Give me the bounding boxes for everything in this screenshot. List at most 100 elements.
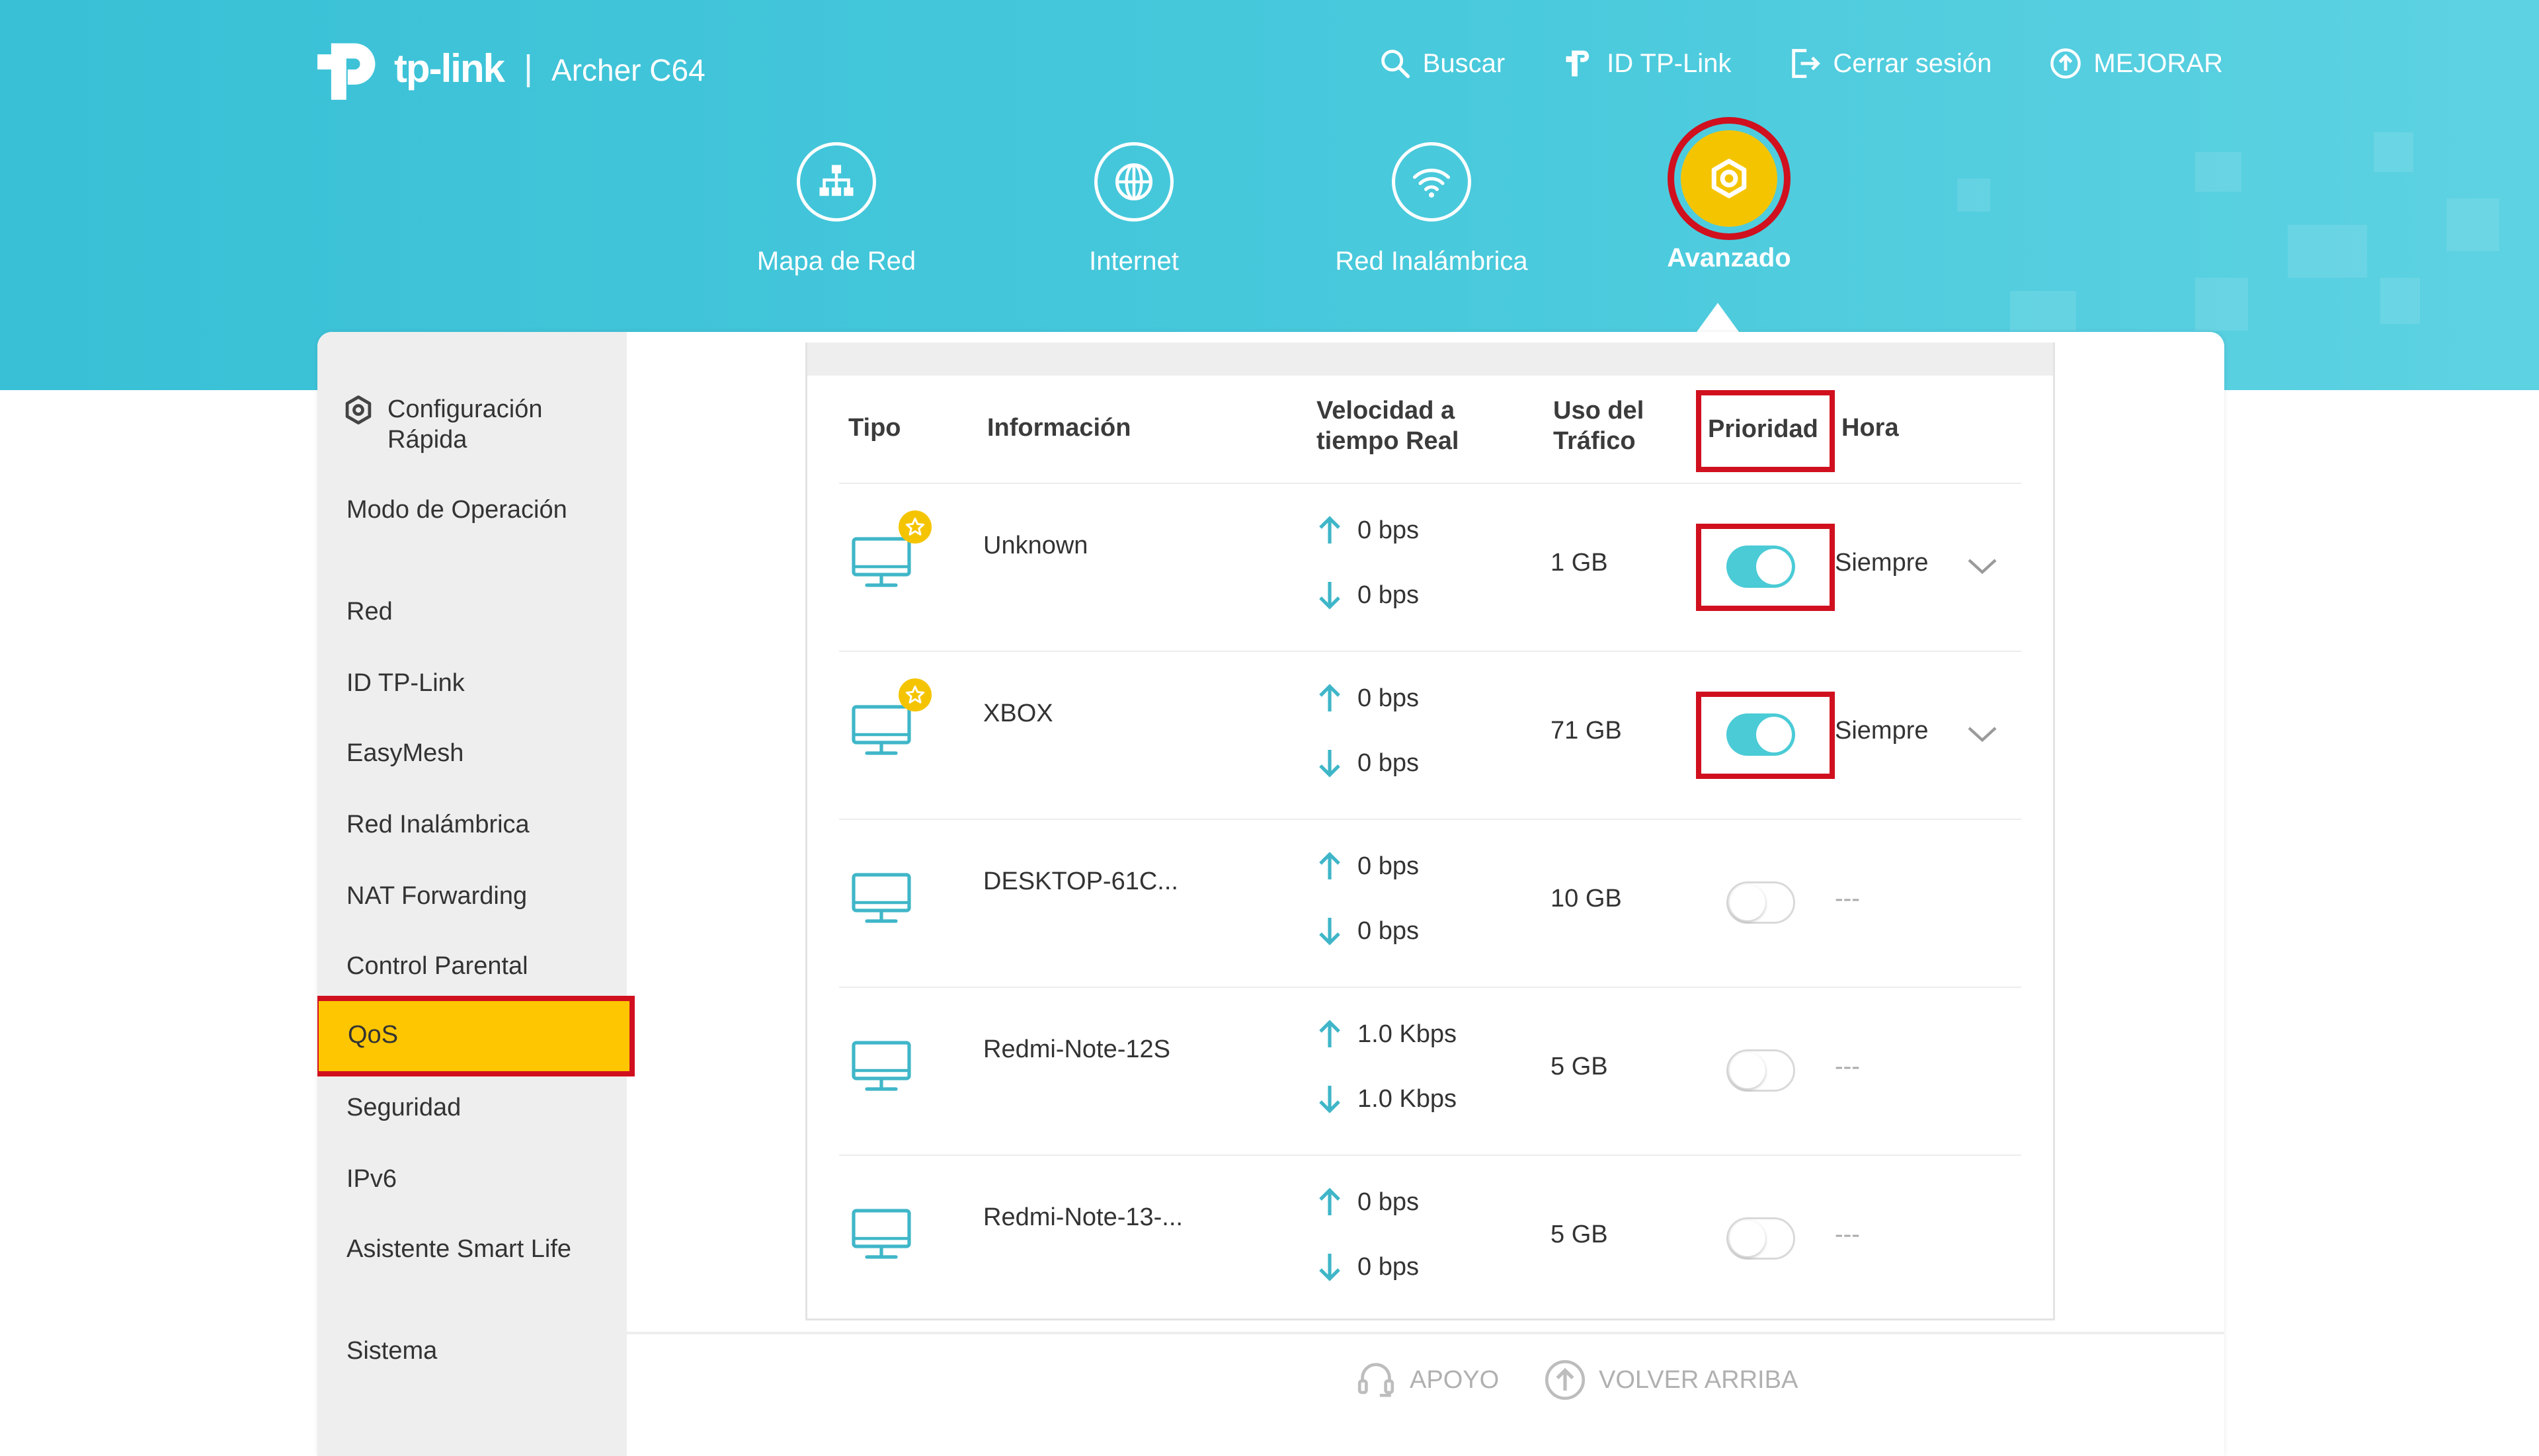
sidebar-item-label: EasyMesh xyxy=(346,739,464,767)
priority-time: Siempre xyxy=(1835,549,1929,577)
tab-wireless[interactable]: Red Inalámbrica xyxy=(1283,142,1580,276)
top-nav: Buscar ID TP-Link Cerrar sesión MEJORAR xyxy=(1378,46,2223,81)
device-name: XBOX xyxy=(983,700,1053,727)
download-speed-value: 0 bps xyxy=(1357,1252,1419,1281)
download-speed-value: 0 bps xyxy=(1357,581,1419,609)
logout-button[interactable]: Cerrar sesión xyxy=(1788,46,1992,81)
arrow-up-icon xyxy=(1319,516,1340,544)
main-panel: Configuración Rápida Modo de Operación R… xyxy=(317,332,2224,1456)
star-icon xyxy=(905,685,925,704)
upgrade-button[interactable]: MEJORAR xyxy=(2048,46,2223,81)
priority-toggle[interactable] xyxy=(1726,713,1795,756)
download-speed: 0 bps xyxy=(1316,579,1419,611)
table-row: Unknown 0 bps 0 bps 1 GB Siempre xyxy=(807,484,2053,652)
priority-toggle[interactable] xyxy=(1726,546,1795,588)
advanced-highlight xyxy=(1668,117,1791,240)
upload-speed-value: 0 bps xyxy=(1357,684,1419,712)
table-row: Redmi-Note-12S 1.0 Kbps 1.0 Kbps 5 GB --… xyxy=(807,988,2053,1156)
sidebar-item-label: QoS xyxy=(348,1021,399,1049)
chevron-down-icon[interactable] xyxy=(1966,723,1999,746)
sidebar-item-label: Red xyxy=(346,598,393,626)
traffic-usage: 5 GB xyxy=(1551,1221,1608,1248)
banner-decoration xyxy=(2374,132,2413,172)
upload-speed: 0 bps xyxy=(1316,850,1419,882)
brand-logo[interactable]: tp-link | Archer C64 xyxy=(316,32,705,104)
device-name: Redmi-Note-12S xyxy=(983,1035,1170,1063)
router-model: Archer C64 xyxy=(551,53,705,87)
qos-device-table: Tipo Información Velocidad a tiempo Real… xyxy=(805,343,2055,1320)
back-to-top-link[interactable]: VOLVER ARRIBA xyxy=(1542,1357,1798,1403)
sidebar-item-parental-control[interactable]: Control Parental xyxy=(346,951,611,981)
logout-label: Cerrar sesión xyxy=(1833,48,1992,78)
tplink-logo-icon xyxy=(317,43,376,100)
sidebar-item-operation-mode[interactable]: Modo de Operación xyxy=(346,495,611,525)
sidebar-item-wireless[interactable]: Red Inalámbrica xyxy=(346,809,611,840)
toggle-knob xyxy=(1756,549,1792,585)
network-map-circle xyxy=(797,142,876,222)
tab-internet[interactable]: Internet xyxy=(985,142,1283,276)
traffic-usage: 1 GB xyxy=(1551,549,1608,577)
sidebar-item-label: Red Inalámbrica xyxy=(346,811,530,838)
arrow-up-icon xyxy=(1319,852,1340,879)
download-speed-value: 0 bps xyxy=(1357,916,1419,945)
banner-decoration xyxy=(2010,291,2076,331)
sidebar-item-system[interactable]: Sistema xyxy=(346,1336,611,1366)
search-button[interactable]: Buscar xyxy=(1378,46,1506,81)
sidebar-item-quick-setup[interactable]: Configuración Rápida xyxy=(341,394,606,455)
banner-decoration xyxy=(1957,179,1990,212)
wifi-icon xyxy=(1412,169,1451,198)
support-label: APOYO xyxy=(1410,1365,1500,1394)
toggle-knob xyxy=(1730,1053,1765,1088)
desktop-icon xyxy=(852,873,911,923)
search-label: Buscar xyxy=(1422,48,1506,78)
download-speed: 1.0 Kbps xyxy=(1316,1083,1457,1115)
sidebar-item-qos[interactable]: QoS xyxy=(317,996,635,1076)
sidebar-item-security[interactable]: Seguridad xyxy=(346,1092,611,1123)
upload-speed: 0 bps xyxy=(1316,514,1419,546)
arrow-down-icon xyxy=(1319,918,1340,946)
priority-star-badge xyxy=(899,510,932,544)
sidebar-item-nat-forwarding[interactable]: NAT Forwarding xyxy=(346,881,611,911)
arrow-down-icon xyxy=(1319,1254,1340,1281)
col-header-time: Hora xyxy=(1841,414,1899,442)
priority-time: --- xyxy=(1835,885,1860,912)
tab-advanced[interactable]: Avanzado xyxy=(1580,117,1878,276)
sidebar-item-ipv6[interactable]: IPv6 xyxy=(346,1164,611,1194)
active-tab-indicator xyxy=(1697,303,1739,332)
table-row: XBOX 0 bps 0 bps 71 GB Siempre xyxy=(807,652,2053,820)
tab-network-map[interactable]: Mapa de Red xyxy=(688,142,985,276)
sidebar-item-label: IPv6 xyxy=(346,1165,397,1193)
download-speed: 0 bps xyxy=(1316,915,1419,947)
priority-toggle[interactable] xyxy=(1726,1049,1795,1092)
page-footer: APOYO VOLVER ARRIBA xyxy=(627,1332,2224,1456)
traffic-usage: 5 GB xyxy=(1551,1053,1608,1080)
device-name: Redmi-Note-13-... xyxy=(983,1203,1183,1231)
sidebar-item-network[interactable]: Red xyxy=(346,596,611,627)
upload-speed: 0 bps xyxy=(1316,1186,1419,1218)
banner-decoration xyxy=(2380,278,2420,324)
sidebar-item-label: Seguridad xyxy=(346,1094,462,1121)
desktop-icon xyxy=(852,1209,911,1259)
table-top-bar xyxy=(807,343,2053,376)
chevron-down-icon[interactable] xyxy=(1966,555,1999,578)
col-header-traffic: Uso del Tráfico xyxy=(1553,397,1644,455)
tplink-id-button[interactable]: ID TP-Link xyxy=(1562,46,1731,81)
priority-toggle[interactable] xyxy=(1726,1217,1795,1260)
arrow-down-icon xyxy=(1319,1086,1340,1113)
sidebar-item-label: Asistente Smart Life xyxy=(346,1235,572,1263)
sidebar-item-smart-life[interactable]: Asistente Smart Life xyxy=(346,1234,611,1264)
arrow-down-icon xyxy=(1319,750,1340,778)
upload-speed-value: 0 bps xyxy=(1357,852,1419,880)
priority-toggle[interactable] xyxy=(1726,881,1795,924)
download-speed: 0 bps xyxy=(1316,747,1419,779)
support-link[interactable]: APOYO xyxy=(1353,1357,1499,1403)
sidebar-item-easymesh[interactable]: EasyMesh xyxy=(346,738,611,768)
tab-wireless-label: Red Inalámbrica xyxy=(1335,247,1528,276)
arrow-down-icon xyxy=(1319,582,1340,610)
banner-decoration xyxy=(2446,198,2499,251)
sidebar-item-tplink-id[interactable]: ID TP-Link xyxy=(346,668,611,698)
toggle-knob xyxy=(1756,717,1792,752)
sidebar-item-label: NAT Forwarding xyxy=(346,882,528,910)
download-speed-value: 1.0 Kbps xyxy=(1357,1084,1457,1113)
logo-separator: | xyxy=(523,48,534,88)
